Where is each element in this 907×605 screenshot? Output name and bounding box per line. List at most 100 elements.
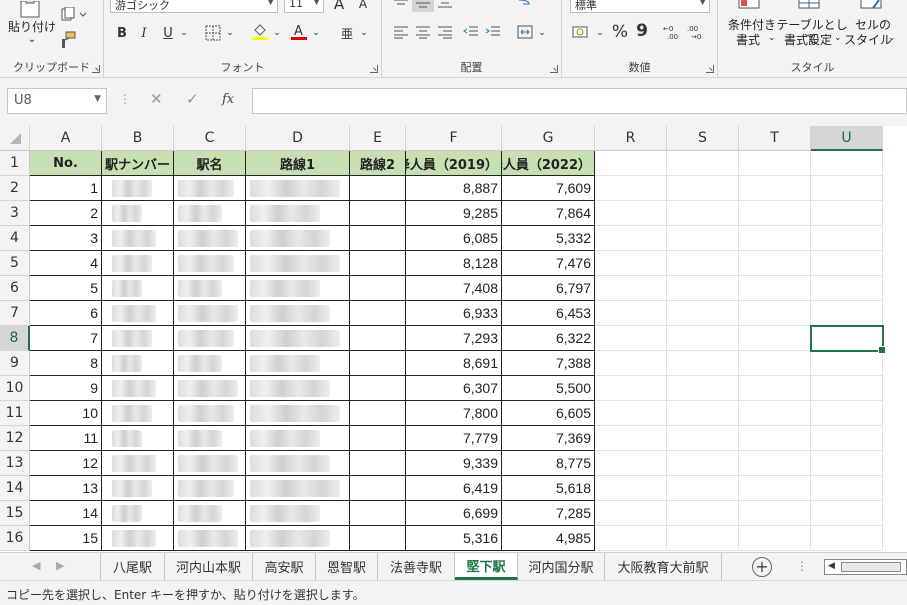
empty-cell[interactable] bbox=[667, 401, 739, 426]
empty-cell[interactable] bbox=[667, 251, 739, 276]
redacted-cell[interactable] bbox=[102, 526, 174, 551]
ridership-2019-cell[interactable]: 6,085 bbox=[406, 226, 502, 251]
redacted-cell[interactable] bbox=[246, 301, 350, 326]
empty-cell[interactable] bbox=[667, 201, 739, 226]
empty-cell[interactable] bbox=[595, 251, 667, 276]
column-header-a[interactable]: A bbox=[30, 126, 102, 151]
ridership-2022-cell[interactable]: 7,285 bbox=[502, 501, 595, 526]
row-header-14[interactable]: 14 bbox=[0, 476, 30, 501]
redacted-cell[interactable] bbox=[102, 301, 174, 326]
empty-cell[interactable] bbox=[595, 351, 667, 376]
row-header-10[interactable]: 10 bbox=[0, 376, 30, 401]
ridership-2019-cell[interactable]: 8,887 bbox=[406, 176, 502, 201]
empty-cell[interactable] bbox=[595, 376, 667, 401]
redacted-cell[interactable] bbox=[246, 276, 350, 301]
empty-cell[interactable] bbox=[811, 376, 883, 401]
chevron-down-icon[interactable]: ⌄ bbox=[224, 23, 236, 43]
align-center-icon[interactable] bbox=[412, 22, 434, 42]
row-header-1[interactable]: 1 bbox=[0, 151, 30, 176]
ridership-2022-cell[interactable]: 7,864 bbox=[502, 201, 595, 226]
column-header-e[interactable]: E bbox=[350, 126, 406, 151]
empty-cell[interactable] bbox=[739, 151, 811, 176]
ridership-2022-cell[interactable]: 6,453 bbox=[502, 301, 595, 326]
empty-cell[interactable] bbox=[739, 526, 811, 551]
empty-cell[interactable] bbox=[811, 426, 883, 451]
column-header-d[interactable]: D bbox=[246, 126, 350, 151]
empty-cell[interactable] bbox=[739, 301, 811, 326]
no-cell[interactable]: 10 bbox=[30, 401, 102, 426]
redacted-cell[interactable] bbox=[102, 351, 174, 376]
chevron-down-icon[interactable]: ⌄ bbox=[178, 23, 190, 43]
no-cell[interactable]: 2 bbox=[30, 201, 102, 226]
chevron-down-icon[interactable]: ⌄ bbox=[536, 23, 548, 43]
redacted-cell[interactable] bbox=[246, 401, 350, 426]
font-launcher-icon[interactable] bbox=[370, 65, 378, 73]
empty-cell[interactable] bbox=[350, 326, 406, 351]
paste-dropdown-arrow[interactable]: ⌄ bbox=[4, 33, 60, 47]
comma-style-button[interactable]: 9 bbox=[632, 20, 652, 42]
empty-cell[interactable] bbox=[811, 451, 883, 476]
percent-button[interactable]: % bbox=[609, 21, 631, 43]
empty-cell[interactable] bbox=[739, 251, 811, 276]
redacted-cell[interactable] bbox=[102, 451, 174, 476]
redacted-cell[interactable] bbox=[174, 201, 246, 226]
fill-color-icon[interactable] bbox=[249, 21, 271, 41]
redacted-cell[interactable] bbox=[246, 326, 350, 351]
row-header-11[interactable]: 11 bbox=[0, 401, 30, 426]
scrollbar-thumb[interactable] bbox=[841, 562, 901, 572]
empty-cell[interactable] bbox=[739, 326, 811, 351]
empty-cell[interactable] bbox=[667, 351, 739, 376]
row-header-8[interactable]: 8 bbox=[0, 326, 30, 351]
enter-icon[interactable]: ✓ bbox=[186, 90, 199, 108]
redacted-cell[interactable] bbox=[246, 526, 350, 551]
empty-cell[interactable] bbox=[739, 176, 811, 201]
align-right-icon[interactable] bbox=[434, 22, 456, 42]
ridership-2022-cell[interactable]: 7,476 bbox=[502, 251, 595, 276]
row-header-13[interactable]: 13 bbox=[0, 451, 30, 476]
align-middle-icon[interactable] bbox=[412, 0, 434, 12]
tab-splitter-icon[interactable]: ⋮ bbox=[796, 559, 808, 573]
row-header-7[interactable]: 7 bbox=[0, 301, 30, 326]
redacted-cell[interactable] bbox=[102, 201, 174, 226]
ridership-2022-cell[interactable]: 8,775 bbox=[502, 451, 595, 476]
sheet-tab[interactable]: 大阪教育大前駅 bbox=[605, 553, 722, 580]
format-painter-icon[interactable] bbox=[58, 30, 78, 50]
row-header-4[interactable]: 4 bbox=[0, 226, 30, 251]
empty-cell[interactable] bbox=[667, 326, 739, 351]
active-cell-selection[interactable] bbox=[810, 325, 886, 354]
ridership-2022-cell[interactable]: 7,369 bbox=[502, 426, 595, 451]
chevron-down-icon[interactable]: ⌄ bbox=[310, 23, 322, 43]
paste-label[interactable]: 貼り付け bbox=[4, 20, 60, 34]
redacted-cell[interactable] bbox=[174, 526, 246, 551]
empty-cell[interactable] bbox=[811, 201, 883, 226]
empty-cell[interactable] bbox=[595, 451, 667, 476]
redacted-cell[interactable] bbox=[174, 476, 246, 501]
redacted-cell[interactable] bbox=[174, 251, 246, 276]
ridership-2022-cell[interactable]: 6,322 bbox=[502, 326, 595, 351]
empty-cell[interactable] bbox=[739, 451, 811, 476]
underline-button[interactable]: U bbox=[158, 23, 178, 43]
empty-cell[interactable] bbox=[811, 151, 883, 176]
increase-decimal-icon[interactable]: ←0.00 bbox=[662, 22, 684, 42]
cell-styles-label-1[interactable]: セルの bbox=[848, 18, 898, 32]
ridership-2019-cell[interactable]: 6,933 bbox=[406, 301, 502, 326]
empty-cell[interactable] bbox=[739, 476, 811, 501]
table-header-cell[interactable]: 駅名 bbox=[174, 151, 246, 176]
empty-cell[interactable] bbox=[350, 501, 406, 526]
no-cell[interactable]: 1 bbox=[30, 176, 102, 201]
redacted-cell[interactable] bbox=[174, 376, 246, 401]
empty-cell[interactable] bbox=[595, 526, 667, 551]
redacted-cell[interactable] bbox=[246, 376, 350, 401]
empty-cell[interactable] bbox=[595, 176, 667, 201]
empty-cell[interactable] bbox=[739, 276, 811, 301]
borders-icon[interactable] bbox=[202, 23, 224, 43]
empty-cell[interactable] bbox=[350, 351, 406, 376]
chevron-down-icon[interactable]: ⌄ bbox=[271, 23, 283, 43]
no-cell[interactable]: 15 bbox=[30, 526, 102, 551]
ridership-2019-cell[interactable]: 7,293 bbox=[406, 326, 502, 351]
redacted-cell[interactable] bbox=[102, 226, 174, 251]
merge-center-icon[interactable] bbox=[514, 22, 536, 42]
name-box[interactable]: U8 ▼ bbox=[7, 88, 107, 114]
redacted-cell[interactable] bbox=[246, 451, 350, 476]
empty-cell[interactable] bbox=[667, 426, 739, 451]
